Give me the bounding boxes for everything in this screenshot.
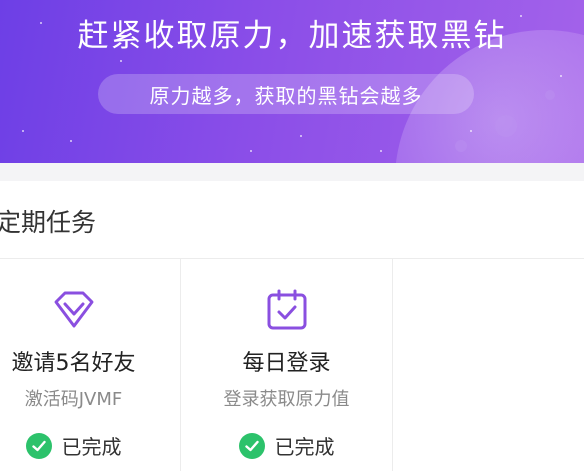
banner-title: 赶紧收取原力，加速获取黑钻	[77, 18, 507, 54]
promo-banner: 赶紧收取原力，加速获取黑钻 原力越多，获取的黑钻会越多	[0, 0, 584, 163]
task-status: 已完成	[238, 431, 335, 460]
task-card-daily-login[interactable]: 每日登录 登录获取原力值 已完成	[180, 259, 393, 471]
status-label: 已完成	[61, 435, 122, 459]
task-title: 邀请5名好友	[11, 351, 136, 376]
section-title: 定期任务	[0, 208, 97, 237]
diamond-icon	[51, 287, 97, 333]
task-title: 每日登录	[242, 351, 331, 376]
check-circle-icon	[238, 432, 265, 459]
card-divider	[392, 259, 393, 471]
task-subtitle: 登录获取原力值	[223, 389, 350, 410]
section-gap	[0, 163, 584, 181]
task-subtitle: 激活码JVMF	[24, 389, 123, 410]
check-circle-icon	[25, 432, 52, 459]
task-status: 已完成	[25, 431, 122, 460]
calendar-check-icon	[264, 287, 310, 333]
banner-subtitle: 原力越多，获取的黑钻会越多	[98, 74, 474, 114]
status-label: 已完成	[274, 435, 335, 459]
task-card-invite[interactable]: 邀请5名好友 激活码JVMF 已完成	[0, 259, 180, 471]
